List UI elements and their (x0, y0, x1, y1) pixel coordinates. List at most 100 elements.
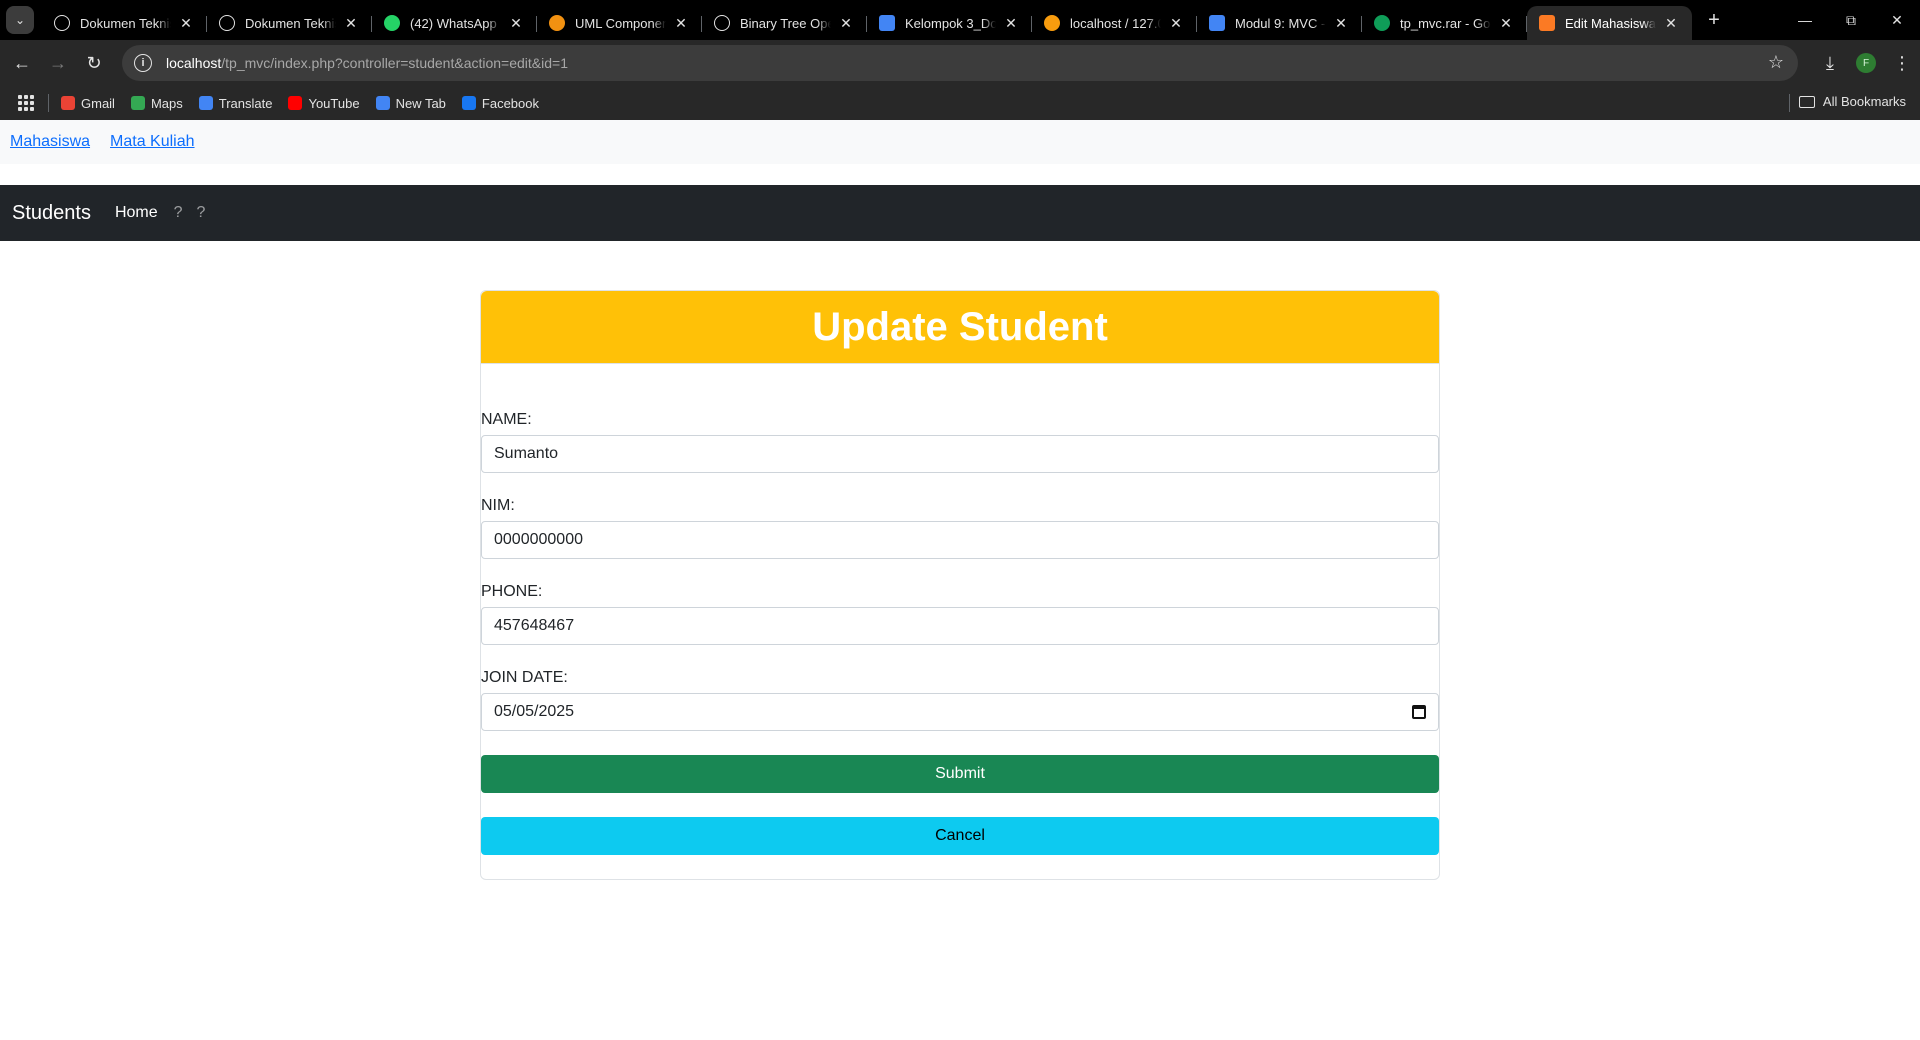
bookmark-new-tab[interactable]: New Tab (375, 95, 446, 111)
bookmark-label: New Tab (395, 95, 446, 111)
bookmark-translate[interactable]: Translate (198, 95, 273, 111)
tab-list: Dokumen Teknis.d✕Dokumen Teknis ✕(42) Wh… (42, 0, 1692, 40)
bookmark-maps[interactable]: Maps (130, 95, 183, 111)
page: Mahasiswa Mata Kuliah Students Home ? ? … (0, 120, 1920, 1040)
join-date-label: JOIN DATE: (481, 669, 568, 686)
navbar: Students Home ? ? (0, 185, 1920, 241)
maps-icon (130, 96, 145, 110)
close-tab-icon[interactable]: ✕ (1167, 15, 1185, 32)
reload-button[interactable]: ↻ (76, 45, 112, 81)
close-tab-icon[interactable]: ✕ (1332, 15, 1350, 32)
bookmark-label: YouTube (308, 95, 360, 111)
docs-icon (1209, 15, 1225, 31)
tab-search-button[interactable]: ⌄ (6, 6, 34, 34)
url-host: localhost (166, 55, 222, 71)
bookmark-label: Translate (218, 95, 273, 111)
bookmark-facebook[interactable]: Facebook (461, 95, 539, 111)
bookmarks-bar: Gmail Maps Translate YouTube New Tab Facebook… (0, 86, 1920, 120)
reload-icon: ↻ (86, 52, 102, 73)
nav-item-2[interactable]: ? (197, 204, 206, 222)
bookmark-label: Gmail (81, 95, 115, 111)
calendar-icon[interactable] (1412, 705, 1426, 719)
tab-title: localhost / 127.0.0 (1070, 15, 1161, 31)
close-tab-icon[interactable]: ✕ (342, 15, 360, 32)
tab-9[interactable]: tp_mvc.rar - Goog ✕ (1362, 6, 1527, 40)
link-mahasiswa[interactable]: Mahasiswa (10, 133, 90, 151)
new-tab-button[interactable]: + (1700, 6, 1728, 34)
forward-button[interactable]: → (40, 45, 76, 81)
tab-3[interactable]: (42) WhatsApp ✕ (372, 6, 537, 40)
close-tab-icon[interactable]: ✕ (507, 15, 525, 32)
name-field[interactable]: Sumanto (481, 435, 1439, 473)
phone-field[interactable]: 457648467 (481, 607, 1439, 645)
bookmark-star-icon[interactable]: ☆ (1768, 52, 1784, 73)
name-value: Sumanto (494, 445, 559, 462)
tab-4[interactable]: UML Component ✕ (537, 6, 702, 40)
nim-value: 0000000000 (494, 531, 583, 548)
tab-1[interactable]: Dokumen Teknis.d ✕ (42, 6, 207, 40)
address-bar[interactable]: i localhost/tp_mvc/index.php?controller=… (122, 45, 1798, 81)
bookmarks-divider (1789, 94, 1790, 112)
page-title: Update Student (812, 304, 1108, 349)
tab-title: Modul 9: MVC - G (1235, 15, 1326, 31)
tab-5[interactable]: Binary Tree Opera ✕ (702, 6, 867, 40)
avatar: F (1856, 53, 1876, 73)
menu-icon[interactable]: ⋮ (1884, 45, 1920, 81)
minimize-icon[interactable]: — (1782, 0, 1828, 40)
back-button[interactable]: ← (4, 45, 40, 81)
close-window-icon[interactable]: ✕ (1874, 0, 1920, 40)
tab-title: Kelompok 3_Doku (905, 15, 996, 31)
drive-icon (1374, 15, 1390, 31)
tab-10[interactable]: Edit Mahasiswa ✕ (1527, 6, 1692, 40)
cancel-button[interactable]: Cancel (481, 817, 1439, 855)
link-mata-kuliah[interactable]: Mata Kuliah (110, 133, 195, 151)
navbar-brand[interactable]: Students (12, 202, 91, 225)
apps-grid-icon[interactable] (18, 95, 34, 111)
arrow-left-icon: ← (13, 52, 31, 73)
tab-strip: ⌄ Dokumen Teknis.d✕Dokumen Teknis ✕(42) … (0, 0, 1920, 40)
close-tab-icon[interactable]: ✕ (1002, 15, 1020, 32)
chevron-down-icon: ⌄ (14, 13, 26, 27)
nim-field[interactable]: 0000000000 (481, 521, 1439, 559)
tab-6[interactable]: Kelompok 3_Doku ✕ (867, 6, 1032, 40)
tab-8[interactable]: Modul 9: MVC - G ✕ (1197, 6, 1362, 40)
arrow-right-icon: → (49, 52, 67, 73)
close-tab-icon[interactable]: ✕ (672, 15, 690, 32)
close-tab-icon[interactable]: ✕ (1662, 15, 1680, 32)
youtube-icon (288, 96, 303, 110)
student-form: NAME: Sumanto NIM: 0000000000 PHONE: 457… (481, 411, 1439, 855)
tab-title: Binary Tree Opera (740, 15, 831, 31)
bookmark-gmail[interactable]: Gmail (61, 96, 115, 111)
diagram-icon (549, 15, 565, 31)
bookmark-label: Maps (150, 95, 183, 111)
close-tab-icon[interactable]: ✕ (837, 15, 855, 32)
tab-title: Dokumen Teknis (245, 15, 336, 31)
nav-item-1[interactable]: ? (174, 204, 183, 222)
phpmyadmin-icon (1044, 15, 1060, 31)
restore-icon[interactable]: ⧉ (1828, 0, 1874, 40)
close-tab-icon[interactable]: ✕ (1497, 15, 1515, 32)
join-date-field[interactable]: 05/05/2025 (481, 693, 1439, 731)
bookmark-label: Facebook (481, 95, 539, 111)
nav-home[interactable]: Home (115, 204, 158, 222)
bookmark-youtube[interactable]: YouTube (288, 95, 360, 111)
phone-value: 457648467 (494, 617, 575, 634)
submit-button[interactable]: Submit (481, 755, 1439, 793)
bookmark-list: Gmail Maps Translate YouTube New Tab Facebook (61, 96, 555, 111)
gmail-icon (61, 96, 75, 110)
translate-icon (198, 96, 213, 110)
close-tab-icon[interactable]: ✕ (177, 15, 195, 32)
card-header: Update Student (481, 291, 1439, 364)
all-bookmarks-button[interactable]: All Bookmarks (1798, 94, 1906, 109)
globe-icon (219, 15, 235, 31)
tab-2[interactable]: Dokumen Teknis ✕ (207, 6, 372, 40)
nim-label: NIM: (481, 497, 515, 514)
download-icon[interactable]: ⤓ (1812, 45, 1848, 81)
whatsapp-icon (384, 15, 400, 31)
site-info-icon[interactable]: i (134, 54, 152, 72)
tab-7[interactable]: localhost / 127.0.0 ✕ (1032, 6, 1197, 40)
chrome-icon (375, 96, 390, 110)
facebook-icon (461, 96, 476, 110)
toolbar-actions: ⤓ F ⋮ (1812, 45, 1920, 81)
profile-button[interactable]: F (1848, 45, 1884, 81)
